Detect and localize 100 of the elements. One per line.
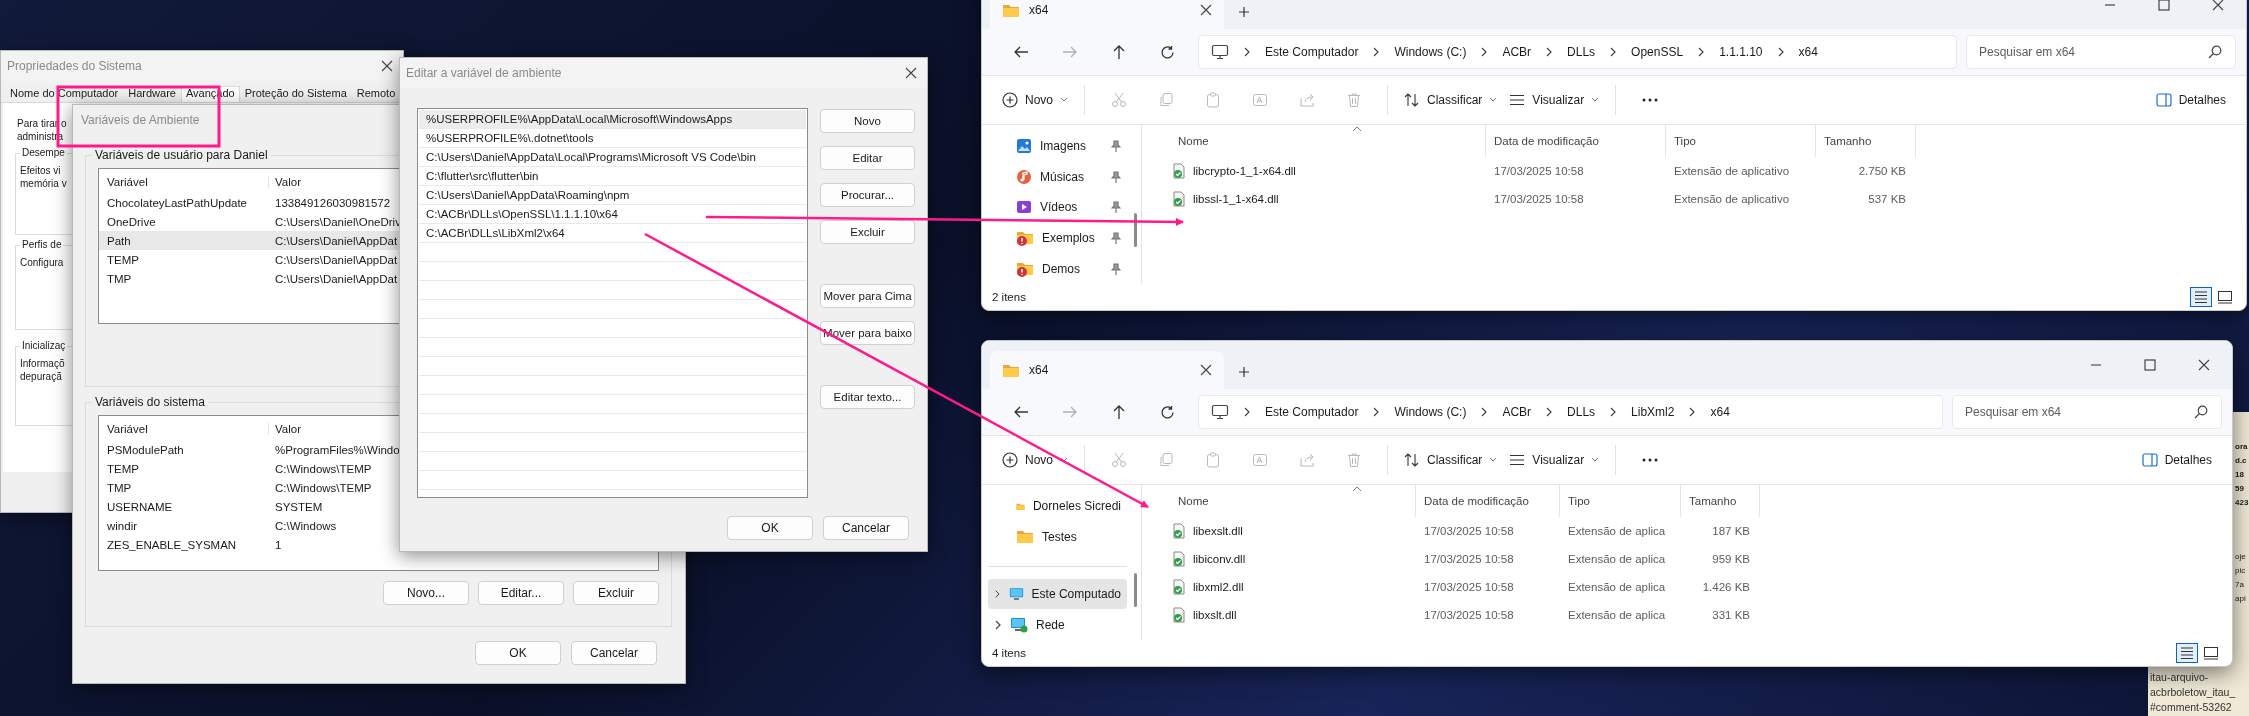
dialog-button[interactable]: OK bbox=[727, 516, 813, 540]
breadcrumb-item[interactable]: DLLs bbox=[1567, 405, 1596, 419]
breadcrumb-item[interactable]: ACBr bbox=[1502, 45, 1532, 59]
chevron-right-icon[interactable] bbox=[1609, 46, 1618, 58]
scrollbar-thumb[interactable] bbox=[1134, 213, 1137, 247]
refresh-icon[interactable] bbox=[1160, 404, 1175, 420]
breadcrumb-item[interactable]: 1.1.1.10 bbox=[1719, 45, 1763, 59]
sidebar-item[interactable]: Exemplos bbox=[988, 222, 1127, 254]
maximize-icon[interactable] bbox=[2144, 359, 2156, 371]
sidebar-item[interactable]: Dorneles Sicredi bbox=[988, 491, 1127, 522]
address-bar[interactable]: Este Computador Windows (C:) ACBr DLLs LibXml2 x64 bbox=[1198, 395, 1943, 429]
breadcrumb-item[interactable]: Este Computador bbox=[1265, 405, 1359, 419]
tab[interactable]: Nome do Computador bbox=[5, 84, 124, 102]
details-button[interactable]: Detalhes bbox=[2149, 89, 2232, 111]
up-arrow-icon[interactable] bbox=[1111, 44, 1126, 60]
search-field[interactable]: Pesquisar em x64 bbox=[1952, 395, 2222, 429]
breadcrumb-item[interactable]: Este Computador bbox=[1265, 45, 1359, 59]
dialog-button[interactable]: Editar bbox=[820, 146, 915, 170]
details-view-button[interactable] bbox=[2190, 287, 2212, 307]
column-header[interactable]: Nome bbox=[1170, 125, 1486, 157]
close-icon[interactable] bbox=[381, 60, 393, 72]
sidebar-item[interactable]: Demos bbox=[988, 253, 1127, 284]
chevron-right-icon[interactable] bbox=[994, 618, 1002, 631]
search-field[interactable]: Pesquisar em x64 bbox=[1966, 35, 2236, 69]
dialog-button[interactable]: Cancelar bbox=[823, 516, 909, 540]
close-icon[interactable] bbox=[1200, 4, 1212, 16]
chevron-right-icon[interactable] bbox=[1480, 46, 1489, 58]
sort-button[interactable]: Classificar bbox=[1398, 449, 1504, 471]
file-name[interactable]: libexslt.dll bbox=[1170, 523, 1416, 539]
tab[interactable]: Proteção do Sistema bbox=[239, 84, 352, 102]
maximize-icon[interactable] bbox=[2158, 0, 2170, 11]
sidebar-item[interactable]: Vídeos bbox=[988, 192, 1127, 223]
up-arrow-icon[interactable] bbox=[1111, 404, 1126, 420]
breadcrumb-item[interactable]: LibXml2 bbox=[1631, 405, 1675, 419]
chevron-right-icon[interactable] bbox=[1243, 46, 1251, 58]
back-arrow-icon[interactable] bbox=[1012, 405, 1029, 419]
close-icon[interactable] bbox=[2198, 359, 2210, 371]
back-arrow-icon[interactable] bbox=[1012, 45, 1029, 59]
close-icon[interactable] bbox=[2212, 0, 2224, 11]
list-item[interactable]: C:\flutter\src\flutter\bin bbox=[419, 167, 806, 186]
list-item[interactable]: C:\Users\Daniel\AppData\Roaming\npm bbox=[419, 186, 806, 205]
dialog-button[interactable]: Novo bbox=[820, 109, 915, 133]
chevron-right-icon[interactable] bbox=[1776, 46, 1785, 58]
details-view-button[interactable] bbox=[2176, 643, 2198, 663]
close-icon[interactable] bbox=[905, 67, 917, 79]
tab[interactable]: Remoto bbox=[351, 84, 401, 102]
column-header[interactable]: Nome bbox=[1170, 485, 1416, 517]
tab[interactable]: x64 bbox=[990, 351, 1224, 389]
chevron-right-icon[interactable] bbox=[1372, 406, 1381, 418]
more-icon[interactable] bbox=[1641, 98, 1658, 102]
dialog-button[interactable]: OK bbox=[475, 641, 561, 665]
chevron-right-icon[interactable] bbox=[1545, 46, 1554, 58]
sidebar-item[interactable]: Este Computado bbox=[988, 578, 1127, 610]
chevron-right-icon[interactable] bbox=[1243, 406, 1251, 418]
list-item[interactable]: %USERPROFILE%\AppData\Local\Microsoft\WindowsApps bbox=[419, 110, 806, 129]
list-item[interactable]: C:\Users\Daniel\AppData\Local\Programs\Microsoft VS Code\bin bbox=[419, 148, 806, 167]
dialog-button[interactable]: Excluir bbox=[573, 581, 659, 605]
column-header[interactable]: Data de modificação bbox=[1416, 485, 1560, 517]
chevron-right-icon[interactable] bbox=[1545, 406, 1554, 418]
close-icon[interactable] bbox=[1200, 364, 1212, 376]
tab[interactable]: Hardware bbox=[123, 84, 181, 102]
scrollbar-thumb[interactable] bbox=[1134, 573, 1137, 607]
column-header[interactable]: Tipo bbox=[1666, 125, 1816, 157]
list-item[interactable]: %USERPROFILE%\.dotnet\tools bbox=[419, 129, 806, 148]
sidebar-item[interactable]: Testes bbox=[988, 521, 1127, 553]
refresh-icon[interactable] bbox=[1160, 44, 1175, 60]
dialog-button[interactable]: Editar... bbox=[478, 581, 564, 605]
sidebar-item[interactable]: Imagens bbox=[988, 131, 1127, 162]
dialog-button[interactable]: Cancelar bbox=[571, 641, 657, 665]
list-item[interactable]: C:\ACBr\DLLs\OpenSSL\1.1.1.10\x64 bbox=[419, 205, 806, 224]
file-name[interactable]: libcrypto-1_1-x64.dll bbox=[1170, 163, 1486, 179]
file-name[interactable]: libxml2.dll bbox=[1170, 579, 1416, 595]
breadcrumb-item[interactable]: x64 bbox=[1710, 405, 1730, 419]
new-button[interactable]: Novo bbox=[996, 448, 1074, 472]
details-button[interactable]: Detalhes bbox=[2135, 449, 2218, 471]
plus-icon[interactable] bbox=[1238, 366, 1250, 378]
more-icon[interactable] bbox=[1641, 458, 1658, 462]
chevron-right-icon[interactable] bbox=[1480, 406, 1489, 418]
chevron-right-icon[interactable] bbox=[1697, 46, 1706, 58]
file-name[interactable]: libiconv.dll bbox=[1170, 551, 1416, 567]
breadcrumb-item[interactable]: Windows (C:) bbox=[1394, 405, 1467, 419]
dialog-button[interactable]: Editar texto... bbox=[820, 385, 915, 409]
view-button[interactable]: Visualizar bbox=[1503, 449, 1606, 471]
view-button[interactable]: Visualizar bbox=[1503, 89, 1606, 111]
tab[interactable]: x64 bbox=[990, 0, 1224, 29]
sidebar-item[interactable]: Músicas bbox=[988, 161, 1127, 193]
dialog-button[interactable]: Procurar... bbox=[820, 183, 915, 207]
column-header[interactable]: Tamanho bbox=[1816, 125, 1916, 157]
breadcrumb-item[interactable]: DLLs bbox=[1567, 45, 1596, 59]
column-header[interactable]: Data de modificação bbox=[1486, 125, 1666, 157]
column-header[interactable]: Tipo bbox=[1560, 485, 1681, 517]
breadcrumb-item[interactable]: x64 bbox=[1798, 45, 1818, 59]
list-item[interactable]: C:\ACBr\DLLs\LibXml2\x64 bbox=[419, 224, 806, 243]
column-header[interactable]: Tamanho bbox=[1681, 485, 1760, 517]
chevron-right-icon[interactable] bbox=[1688, 406, 1697, 418]
chevron-right-icon[interactable] bbox=[1372, 46, 1381, 58]
chevron-right-icon[interactable] bbox=[1609, 406, 1618, 418]
sort-button[interactable]: Classificar bbox=[1398, 89, 1504, 111]
dialog-button[interactable]: Excluir bbox=[820, 220, 915, 244]
breadcrumb-item[interactable]: ACBr bbox=[1502, 405, 1532, 419]
